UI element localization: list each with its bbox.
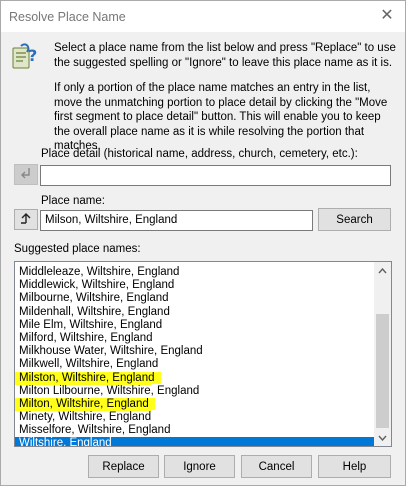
scroll-down-arrow[interactable] — [374, 429, 391, 446]
suggestions-label: Suggested place names: — [14, 243, 141, 255]
list-item-label: Milford, Wiltshire, England — [19, 331, 153, 344]
list-item-label: Middlewick, Wiltshire, England — [19, 279, 175, 292]
title-bar: Resolve Place Name ✕ — [0, 0, 406, 32]
close-icon[interactable]: ✕ — [377, 5, 397, 27]
list-item-label: Wiltshire, England — [19, 437, 112, 447]
move-first-segment-button[interactable] — [14, 209, 38, 230]
list-item[interactable]: Minety, Wiltshire, England — [15, 411, 374, 424]
list-item-label: Mildenhall, Wiltshire, England — [19, 305, 170, 318]
list-item-label: Mile Elm, Wiltshire, England — [19, 318, 163, 331]
list-item-label: Milkhouse Water, Wiltshire, England — [19, 345, 203, 358]
list-item[interactable]: Milston, Wiltshire, England — [15, 371, 374, 385]
scroll-up-arrow[interactable] — [374, 262, 391, 279]
resolve-place-dialog: ? Select a place name from the list belo… — [0, 32, 406, 486]
place-detail-input[interactable] — [40, 165, 391, 186]
list-item[interactable]: Middleleaze, Wiltshire, England — [15, 266, 374, 279]
list-item[interactable]: Misselfore, Wiltshire, England — [15, 424, 374, 437]
list-item[interactable]: Milbourne, Wiltshire, England — [15, 292, 374, 305]
list-item[interactable]: Milford, Wiltshire, England — [15, 332, 374, 345]
ignore-button[interactable]: Ignore — [164, 455, 235, 478]
chevron-up-icon — [378, 265, 387, 277]
instruction-text-2: If only a portion of the place name matc… — [54, 82, 388, 152]
list-item-label: Middleleaze, Wiltshire, England — [19, 266, 180, 278]
list-item[interactable]: Middlewick, Wiltshire, England — [15, 279, 374, 292]
list-item[interactable]: Milkhouse Water, Wiltshire, England — [15, 345, 374, 358]
list-item[interactable]: Milkwell, Wiltshire, England — [15, 358, 374, 371]
suggestions-items: Middleleaze, Wiltshire, England Middlewic… — [15, 266, 374, 447]
scroll-thumb[interactable] — [376, 314, 389, 428]
help-question-icon: ? — [11, 42, 41, 70]
replace-button[interactable]: Replace — [88, 455, 159, 478]
move-back-button[interactable] — [14, 164, 38, 185]
place-name-label: Place name: — [41, 195, 105, 207]
list-item-label: Minety, Wiltshire, England — [19, 411, 152, 424]
list-item-label: Milton Lilbourne, Wiltshire, England — [19, 384, 200, 397]
window-title: Resolve Place Name — [9, 10, 126, 24]
suggestions-list[interactable]: Middleleaze, Wiltshire, England Middlewic… — [14, 261, 392, 447]
list-item[interactable]: Mile Elm, Wiltshire, England — [15, 319, 374, 332]
list-item[interactable]: Milton Lilbourne, Wiltshire, England — [15, 385, 374, 398]
chevron-down-icon — [378, 432, 387, 444]
place-detail-label: Place detail (historical name, address, … — [41, 148, 358, 160]
list-item-label: Milkwell, Wiltshire, England — [19, 358, 159, 371]
list-item[interactable]: Milton, Wiltshire, England — [15, 397, 374, 412]
list-item-label: Milton, Wiltshire, England — [19, 397, 155, 410]
cancel-button[interactable]: Cancel — [241, 455, 312, 478]
list-item-label: Milston, Wiltshire, England — [19, 371, 161, 384]
instruction-text-1: Select a place name from the list below … — [54, 42, 396, 69]
help-button[interactable]: Help — [318, 455, 391, 478]
list-item-label: Milbourne, Wiltshire, England — [19, 292, 169, 305]
list-item-label: Misselfore, Wiltshire, England — [19, 424, 171, 437]
list-item[interactable]: Wiltshire, England — [15, 437, 374, 447]
list-item[interactable]: Mildenhall, Wiltshire, England — [15, 306, 374, 319]
place-name-input[interactable]: Milson, Wiltshire, England — [40, 210, 313, 231]
svg-text:?: ? — [28, 46, 37, 65]
arrow-up-icon — [20, 212, 32, 227]
search-button[interactable]: Search — [318, 208, 391, 231]
list-scrollbar[interactable] — [374, 262, 391, 446]
arrow-down-left-icon — [20, 167, 32, 182]
